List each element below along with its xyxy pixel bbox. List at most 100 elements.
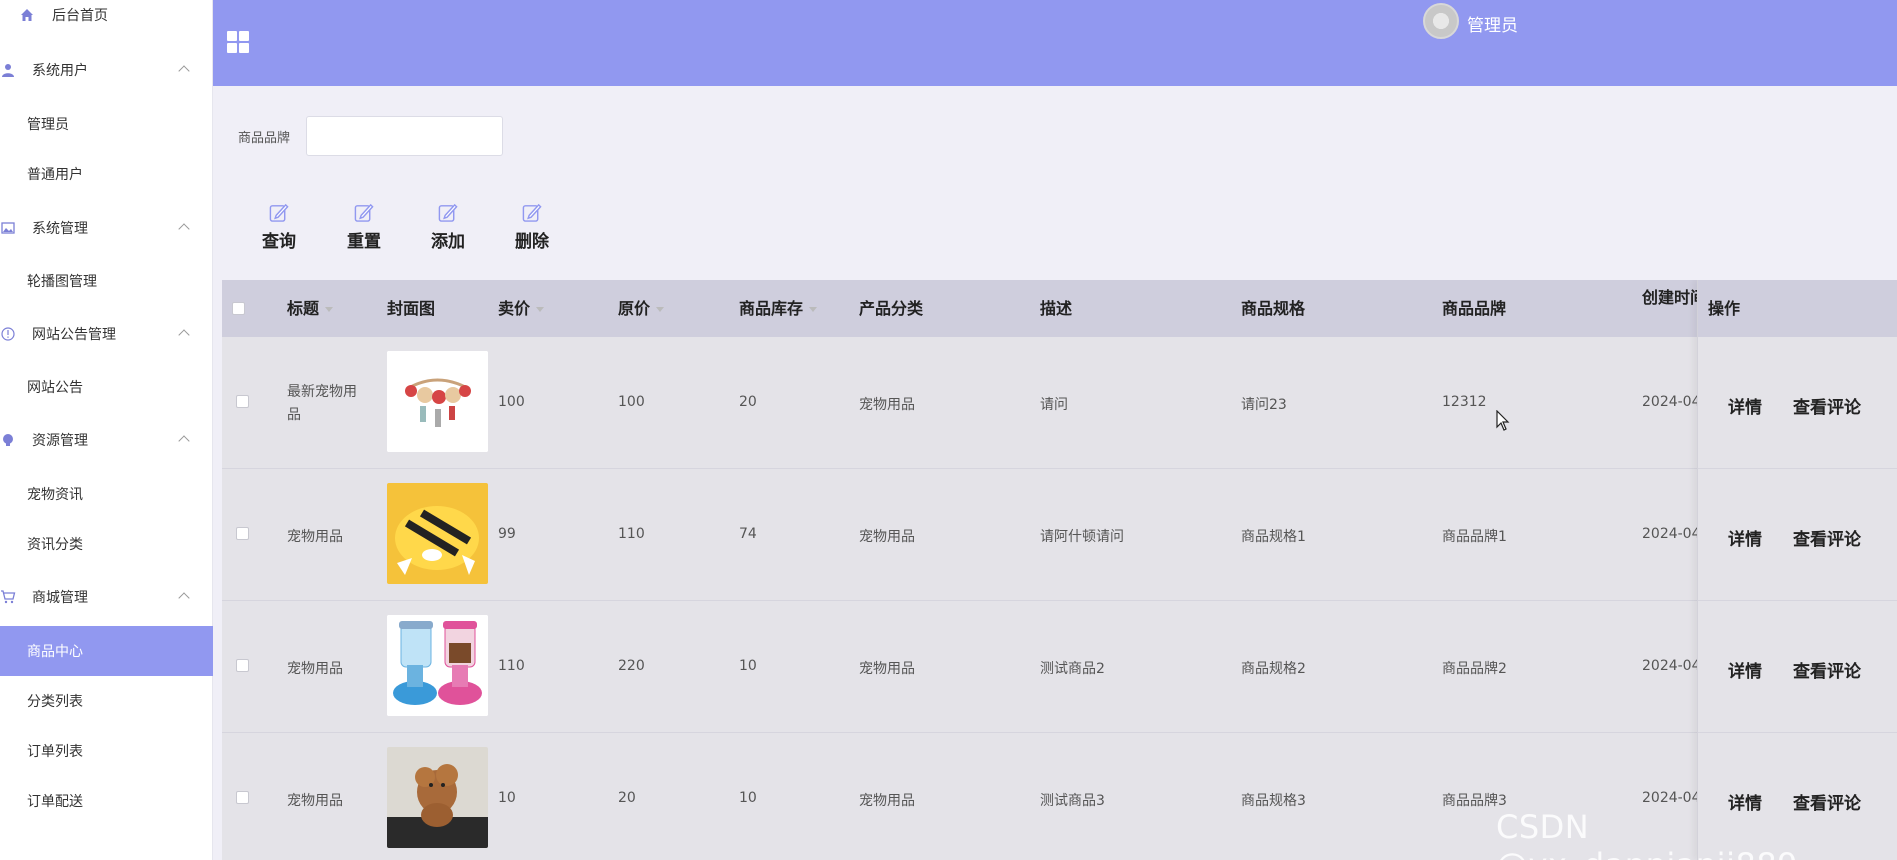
column-header-price[interactable]: 卖价 <box>498 280 545 337</box>
sidebar-item-news-category[interactable]: 资讯分类 <box>0 519 213 569</box>
grid-icon[interactable] <box>227 31 249 53</box>
sort-icon <box>536 307 545 312</box>
sidebar-item-carousel[interactable]: 轮播图管理 <box>0 256 213 306</box>
cell-created: 2024-04- <box>1642 526 1697 542</box>
cell-created: 2024-04- <box>1642 658 1697 674</box>
cell-brand: 商品品牌1 <box>1442 529 1507 545</box>
table-header: 标题 封面图 卖价 原价 商品库存 产品分类 描述 商品规格 商品品牌 创建时间… <box>222 280 1897 337</box>
table-row[interactable]: 最新宠物用品 100 100 20 宠物用品 请问 请问23 12312 202… <box>222 337 1897 469</box>
sidebar-group-label: 网站公告管理 <box>32 327 116 343</box>
product-table: 标题 封面图 卖价 原价 商品库存 产品分类 描述 商品规格 商品品牌 创建时间… <box>222 280 1897 860</box>
cell-original-price: 20 <box>618 790 636 806</box>
cell-price: 110 <box>498 658 525 674</box>
cell-title: 宠物用品 <box>287 793 343 809</box>
sidebar-group-system[interactable]: 系统管理 <box>0 203 213 253</box>
chevron-up-icon <box>178 65 190 77</box>
column-header-cover: 封面图 <box>387 299 436 318</box>
sticky-action-column <box>1697 280 1897 860</box>
chevron-up-icon <box>178 592 190 604</box>
cell-description: 测试商品3 <box>1040 793 1105 809</box>
cell-description: 请阿什顿请问 <box>1040 529 1124 545</box>
cell-original-price: 100 <box>618 394 645 410</box>
sidebar-group-resources[interactable]: 资源管理 <box>0 415 213 465</box>
sidebar-group-users[interactable]: 系统用户 <box>0 45 213 95</box>
cell-price: 99 <box>498 526 516 542</box>
user-icon <box>0 62 16 78</box>
product-image <box>387 483 488 584</box>
query-button[interactable]: 查询 <box>249 202 309 252</box>
sort-icon <box>325 307 334 312</box>
cell-category: 宠物用品 <box>859 529 915 545</box>
cell-price: 100 <box>498 394 525 410</box>
sidebar-item-normal-user[interactable]: 普通用户 <box>0 149 213 199</box>
sidebar-item-label: 管理员 <box>27 117 69 133</box>
column-label: 标题 <box>287 299 320 318</box>
row-checkbox[interactable] <box>236 791 249 804</box>
add-button[interactable]: 添加 <box>418 202 478 252</box>
brand-search-input[interactable] <box>306 116 503 156</box>
cell-category: 宠物用品 <box>859 793 915 809</box>
avatar[interactable] <box>1423 3 1459 39</box>
chevron-up-icon <box>178 329 190 341</box>
user-name[interactable]: 管理员 <box>1467 11 1518 36</box>
product-image <box>387 351 488 452</box>
sidebar-item-label: 普通用户 <box>27 167 83 183</box>
add-button-label: 添加 <box>431 232 465 252</box>
row-checkbox[interactable] <box>236 395 249 408</box>
sidebar-item-order-delivery[interactable]: 订单配送 <box>0 776 213 826</box>
column-header-description: 描述 <box>1040 299 1073 318</box>
sidebar-item-label: 宠物资讯 <box>27 487 83 503</box>
sort-icon <box>809 307 818 312</box>
sidebar-item-category-list[interactable]: 分类列表 <box>0 676 213 726</box>
sidebar-item-notice[interactable]: 网站公告 <box>0 362 213 412</box>
sidebar-item-home[interactable]: 后台首页 <box>0 0 213 40</box>
cell-brand: 商品品牌3 <box>1442 793 1507 809</box>
sidebar-item-label: 后台首页 <box>52 8 108 24</box>
column-label: 商品库存 <box>739 299 804 318</box>
cell-original-price: 110 <box>618 526 645 542</box>
cell-title: 宠物用品 <box>287 661 343 677</box>
product-image <box>387 747 488 848</box>
edit-icon <box>269 203 289 222</box>
sidebar-item-admin[interactable]: 管理员 <box>0 99 213 149</box>
row-checkbox[interactable] <box>236 659 249 672</box>
cell-spec: 商品规格1 <box>1241 529 1306 545</box>
top-header: 管理员 <box>213 0 1897 86</box>
delete-button-label: 删除 <box>515 232 549 252</box>
sidebar-item-order-list[interactable]: 订单列表 <box>0 726 213 776</box>
cell-description: 请问 <box>1040 397 1068 413</box>
edit-icon <box>438 203 458 222</box>
select-all-checkbox[interactable] <box>232 302 245 315</box>
table-row[interactable]: 宠物用品 110 220 10 宠物用品 测试商品2 商品规格2 商品品牌2 2… <box>222 601 1897 733</box>
cart-icon <box>0 589 16 605</box>
watermark: CSDN @vx_danpianji889 <box>1496 808 1798 860</box>
cell-description: 测试商品2 <box>1040 661 1105 677</box>
info-icon <box>0 326 16 342</box>
sidebar-item-pet-news[interactable]: 宠物资讯 <box>0 469 213 519</box>
column-label: 卖价 <box>498 299 531 318</box>
sidebar-group-label: 资源管理 <box>32 433 88 449</box>
sidebar-group-mall[interactable]: 商城管理 <box>0 572 213 622</box>
sidebar-item-product-center[interactable]: 商品中心 <box>0 626 213 676</box>
search-label: 商品品牌 <box>238 131 291 146</box>
sidebar-group-label: 商城管理 <box>32 590 88 606</box>
sidebar-item-label: 网站公告 <box>27 380 83 396</box>
sidebar-group-label: 系统用户 <box>32 63 88 79</box>
sidebar-item-label: 订单配送 <box>27 794 83 810</box>
cell-stock: 10 <box>739 658 757 674</box>
row-checkbox[interactable] <box>236 527 249 540</box>
home-icon <box>19 7 35 23</box>
sidebar-group-notice[interactable]: 网站公告管理 <box>0 309 213 359</box>
cell-stock: 20 <box>739 394 757 410</box>
column-header-category: 产品分类 <box>859 299 924 318</box>
column-header-title[interactable]: 标题 <box>287 280 334 337</box>
cell-category: 宠物用品 <box>859 397 915 413</box>
cell-stock: 10 <box>739 790 757 806</box>
table-row[interactable]: 宠物用品 99 110 74 宠物用品 请阿什顿请问 商品规格1 商品品牌1 2… <box>222 469 1897 601</box>
column-header-stock[interactable]: 商品库存 <box>739 280 818 337</box>
reset-button-label: 重置 <box>347 232 381 252</box>
delete-button[interactable]: 删除 <box>502 202 562 252</box>
reset-button[interactable]: 重置 <box>334 202 394 252</box>
column-header-original-price[interactable]: 原价 <box>618 280 665 337</box>
chevron-up-icon <box>178 223 190 235</box>
